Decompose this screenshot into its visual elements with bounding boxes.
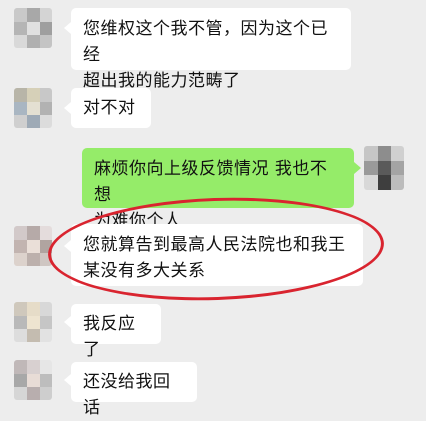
bubble-tail — [64, 102, 71, 114]
message-bubble-2[interactable]: 对不对 — [71, 88, 151, 128]
message-line: 您维权这个我不管，因为这个已经 — [83, 19, 328, 65]
contact-avatar-icon[interactable] — [14, 88, 52, 128]
contact-avatar-icon[interactable] — [14, 226, 52, 266]
chat-screen: 您维权这个我不管，因为这个已经 超出我的能力范畴了 对不对 麻烦你向上级反馈情况… — [0, 0, 426, 418]
message-line: 我反应了 — [83, 314, 136, 360]
bubble-tail — [354, 162, 361, 174]
message-bubble-6[interactable]: 还没给我回话 — [71, 362, 197, 418]
contact-avatar-icon[interactable] — [14, 302, 52, 342]
bubble-tail — [64, 22, 71, 34]
message-bubble-5[interactable]: 我反应了 — [71, 304, 161, 360]
message-bubble-1[interactable]: 您维权这个我不管，因为这个已经 超出我的能力范畴了 — [71, 8, 351, 91]
message-line: 还没给我回话 — [83, 372, 171, 418]
bubble-tail — [64, 316, 71, 328]
message-line: 对不对 — [83, 98, 136, 118]
contact-avatar-icon[interactable] — [14, 8, 52, 48]
bubble-tail — [64, 374, 71, 386]
contact-avatar-icon[interactable] — [14, 360, 52, 400]
self-avatar-icon[interactable] — [364, 146, 404, 190]
